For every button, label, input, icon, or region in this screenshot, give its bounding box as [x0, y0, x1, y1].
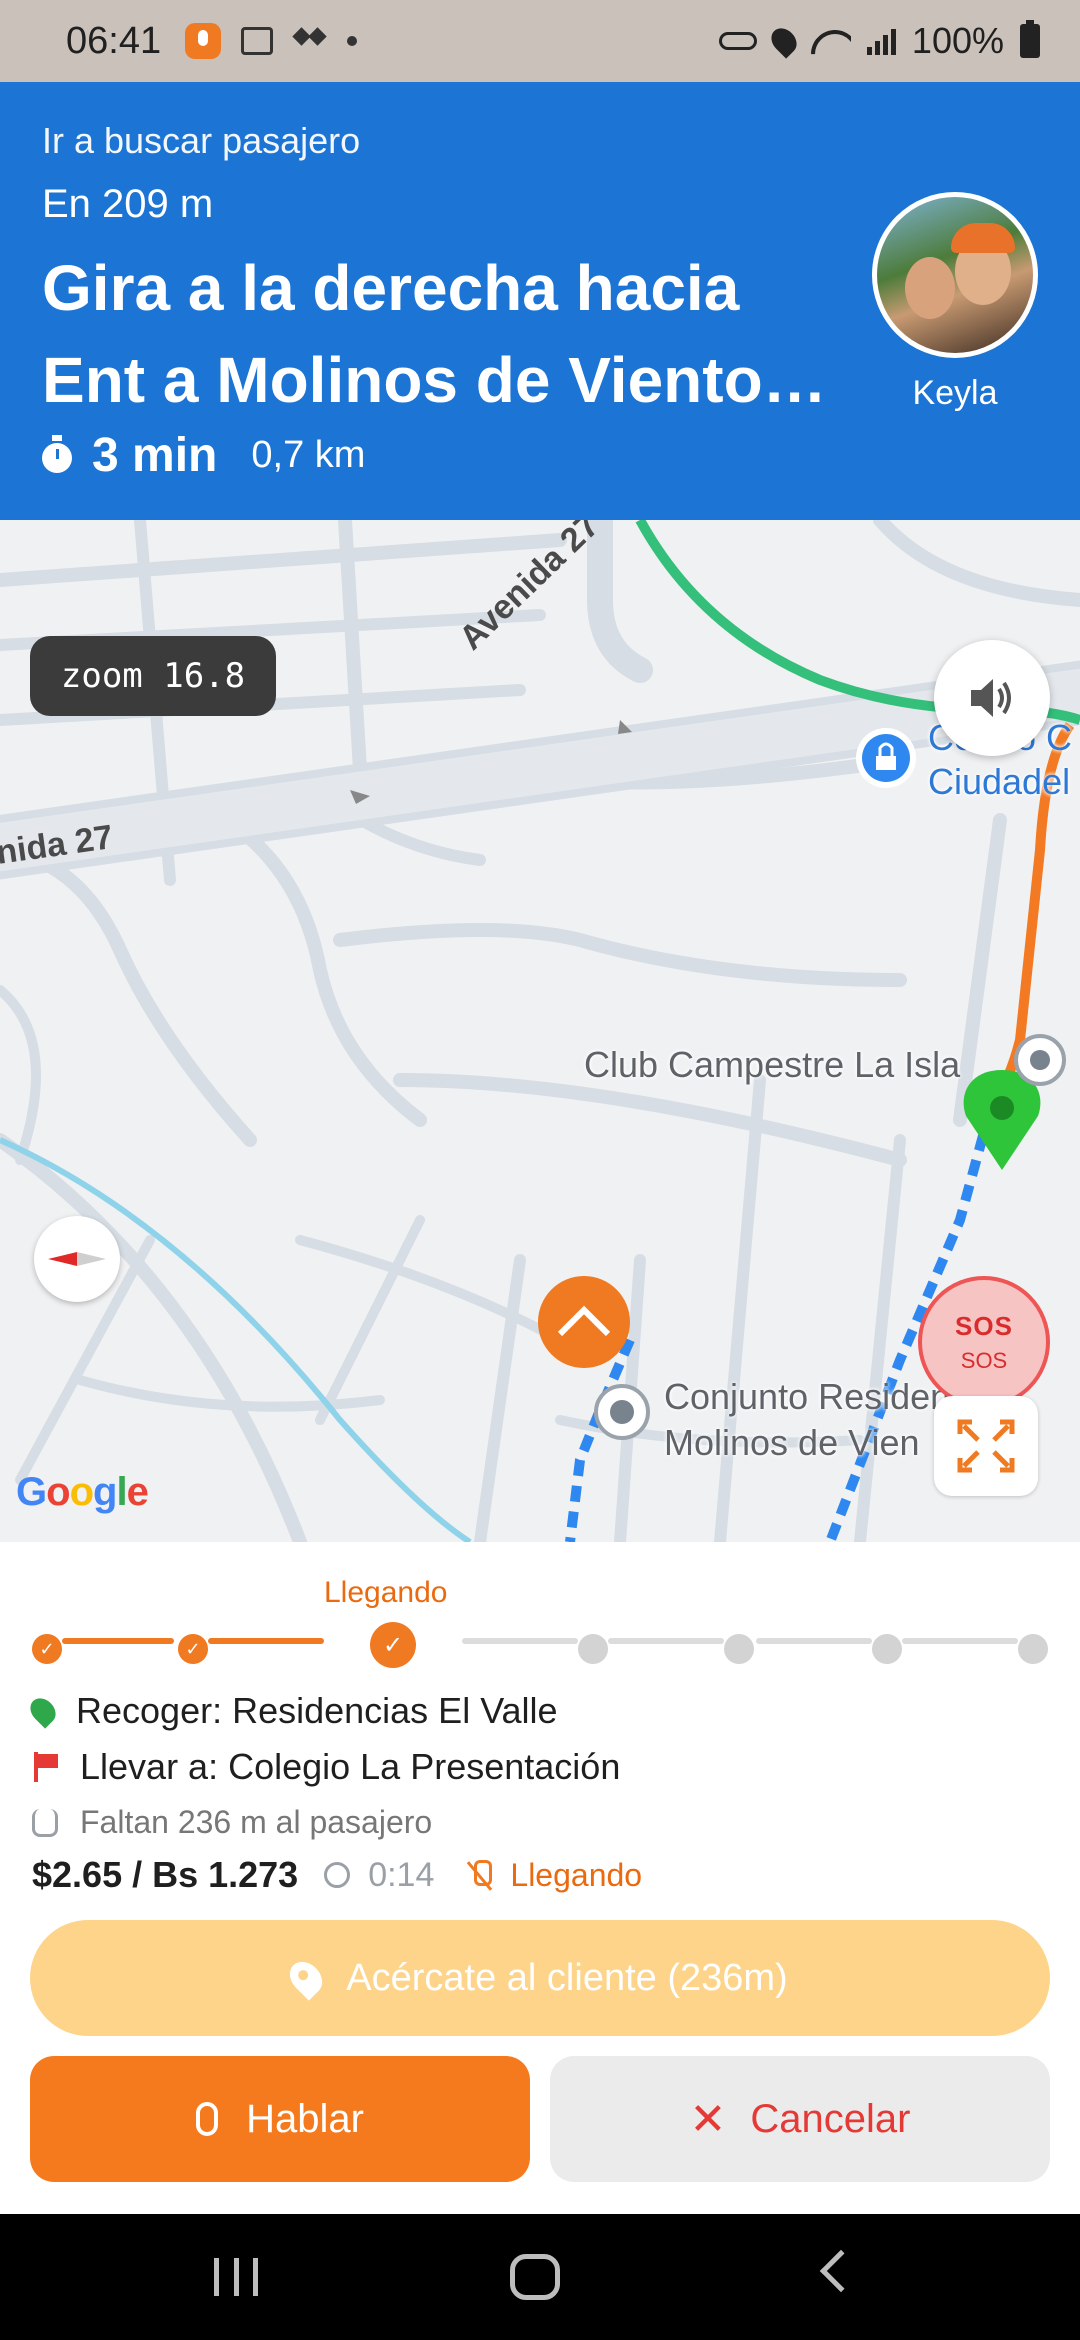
talk-button[interactable]: Hablar [30, 2056, 530, 2182]
pickup-address: Recoger: Residencias El Valle [76, 1690, 558, 1731]
microphone-icon [196, 2102, 219, 2136]
sos-sublabel: SOS [960, 1347, 1008, 1373]
pickup-pin-icon [25, 1693, 61, 1729]
compass-button[interactable] [34, 1216, 120, 1302]
dropbox-icon [293, 28, 327, 54]
home-button[interactable] [510, 2254, 560, 2300]
dropoff-address: Llevar a: Colegio La Presentación [80, 1746, 621, 1787]
back-button[interactable] [819, 2249, 863, 2293]
progress-step [578, 1634, 608, 1664]
sos-button[interactable]: SOS SOS [918, 1276, 1050, 1408]
trip-progress: ✓ ✓ ✓ [28, 1620, 1052, 1680]
battery-icon [1020, 20, 1040, 58]
progress-label: Llegando [324, 1576, 448, 1609]
pickup-pin [963, 1070, 1041, 1170]
progress-segment [902, 1638, 1018, 1644]
system-nav-bar [0, 2214, 1080, 2340]
remaining-row: Faltan 236 m al pasajero [32, 1804, 432, 1841]
vehicle-marker [538, 1276, 630, 1368]
eta-time: 3 min [92, 429, 218, 482]
fare-price: $2.65 / Bs 1.273 [32, 1854, 299, 1895]
progress-step [724, 1634, 754, 1664]
route-icon [32, 1808, 58, 1837]
progress-step-done: ✓ [178, 1634, 208, 1664]
expand-icon [957, 1419, 1015, 1473]
signal-icon [866, 27, 896, 55]
poi-label-club[interactable]: Club Campestre La Isla [584, 1044, 960, 1086]
status-left-icons [185, 23, 358, 59]
screenshot-icon [241, 27, 274, 55]
dropoff-flag-icon [32, 1752, 58, 1782]
nav-instruction-line2: Ent a Molinos de Viento … [42, 344, 842, 416]
battery-percent: 100% [911, 20, 1004, 61]
trip-status: Llegando [510, 1856, 643, 1893]
nav-eta: 3 min 0,7 km [42, 428, 365, 483]
sound-button[interactable] [934, 640, 1050, 756]
compass-icon [48, 1252, 106, 1266]
passenger-name: Keyla [912, 374, 998, 412]
trip-panel: Llegando ✓ ✓ ✓ Recoger: Residencias El V… [0, 1542, 1080, 2214]
wifi-icon [811, 26, 851, 56]
location-pin-icon [283, 1955, 329, 2001]
dot-icon [347, 36, 358, 46]
progress-segment [62, 1638, 174, 1644]
progress-step-current: ✓ [370, 1622, 416, 1668]
stopwatch-icon [42, 434, 72, 473]
passenger-avatar[interactable] [872, 192, 1038, 358]
progress-step [872, 1634, 902, 1664]
eta-distance: 0,7 km [251, 434, 366, 476]
remaining-distance: Faltan 236 m al pasajero [80, 1804, 433, 1840]
mic-off-icon [468, 1860, 493, 1890]
status-bar: 06:41 100% [0, 0, 1080, 82]
progress-segment [756, 1638, 872, 1644]
speaker-icon [971, 679, 1011, 717]
cancel-label: Cancelar [750, 2096, 911, 2141]
pickup-row: Recoger: Residencias El Valle [25, 1690, 558, 1732]
nav-instruction: Gira a la derecha hacia Ent a Molinos de… [42, 242, 842, 426]
nav-distance: En 209 m [42, 182, 214, 226]
progress-step-done: ✓ [32, 1634, 62, 1664]
nav-subtitle: Ir a buscar pasajero [42, 120, 361, 161]
talk-label: Hablar [246, 2096, 364, 2141]
close-icon: ✕ [689, 2094, 727, 2144]
status-right-icons: 100% [718, 20, 1040, 62]
progress-segment [208, 1638, 324, 1644]
recorder-icon [185, 23, 222, 59]
status-time: 06:41 [66, 19, 162, 62]
progress-segment [462, 1638, 578, 1644]
expand-map-button[interactable] [934, 1396, 1038, 1496]
avatar-photo-cap [951, 223, 1015, 253]
zoom-indicator: zoom 16.8 [30, 636, 276, 716]
navigation-header: Ir a buscar pasajero En 209 m Gira a la … [0, 82, 1080, 520]
approach-client-button[interactable]: Acércate al cliente (236m) [30, 1920, 1050, 2036]
dropoff-row: Llevar a: Colegio La Presentación [32, 1746, 620, 1788]
fare-row: $2.65 / Bs 1.273 0:14 Llegando [32, 1854, 642, 1896]
cancel-button[interactable]: ✕ Cancelar [550, 2056, 1050, 2182]
avatar-photo-person [905, 257, 955, 319]
google-logo: Google [16, 1470, 149, 1514]
progress-segment [608, 1638, 724, 1644]
nav-instruction-line1: Gira a la derecha hacia [42, 252, 740, 324]
sos-label: SOS [955, 1310, 1013, 1341]
elapsed-time: 0:14 [368, 1855, 435, 1894]
timer-icon [324, 1862, 351, 1888]
progress-step [1018, 1634, 1048, 1664]
vpn-key-icon [718, 32, 757, 50]
recent-apps-button[interactable] [214, 2258, 258, 2296]
approach-client-label: Acércate al cliente (236m) [346, 1956, 788, 1999]
map-view[interactable]: Avenida 27 nida 27 Centro C Ciudadel Clu… [0, 520, 1080, 1542]
location-icon [766, 23, 802, 59]
